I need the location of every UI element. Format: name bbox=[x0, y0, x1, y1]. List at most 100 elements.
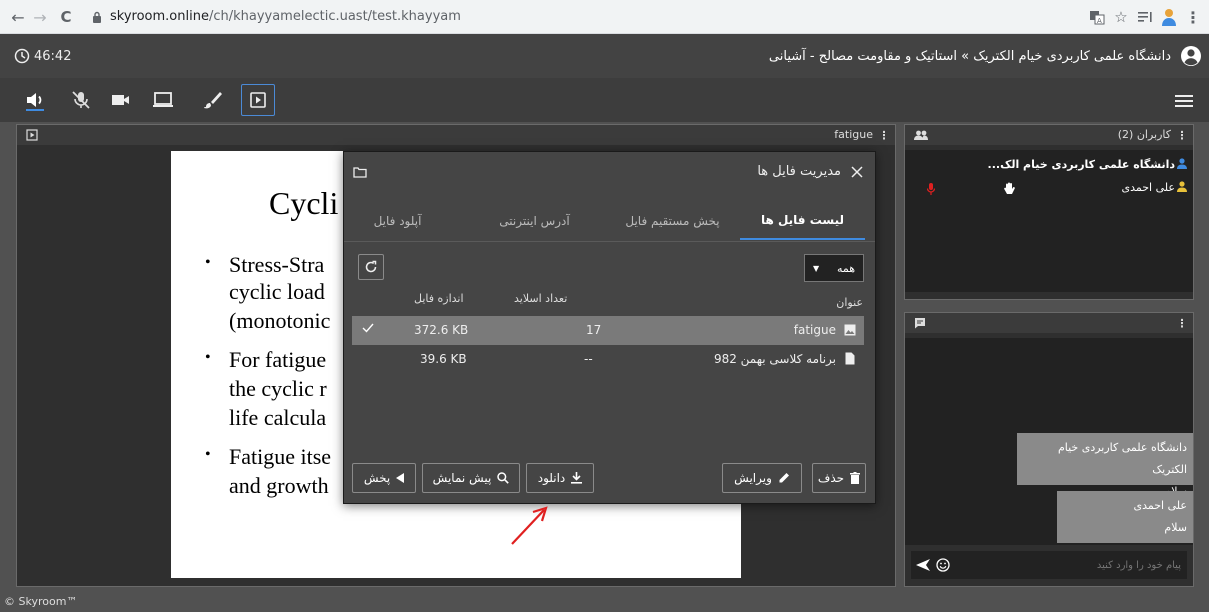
send-icon[interactable] bbox=[915, 557, 931, 573]
file-size: 372.6 KB bbox=[414, 323, 469, 337]
document-file-icon bbox=[845, 352, 855, 365]
file-row[interactable]: 372.6 KB 17 fatigue bbox=[352, 316, 864, 345]
forward-button[interactable]: → bbox=[30, 7, 50, 27]
emoji-icon[interactable] bbox=[935, 557, 951, 573]
toolbar bbox=[0, 78, 1209, 122]
bookmark-star-icon[interactable]: ☆ bbox=[1112, 8, 1130, 26]
presentation-panel-header: fatigue ⋮ bbox=[17, 125, 895, 145]
slide-text-line: cyclic load bbox=[229, 279, 325, 304]
slide-text-line: • For fatigue bbox=[205, 347, 327, 372]
chevron-down-icon: ▼ bbox=[813, 263, 820, 273]
reading-list-icon[interactable] bbox=[1136, 8, 1154, 26]
tab-internet-address[interactable]: آدرس اینترنتی bbox=[472, 202, 597, 240]
tab-direct-play[interactable]: پخش مستقیم فایل bbox=[610, 202, 735, 240]
user-icon bbox=[1177, 181, 1187, 192]
image-file-icon bbox=[844, 324, 856, 336]
panel-menu-icon[interactable]: ⋮ bbox=[879, 127, 890, 143]
filter-value: همه bbox=[836, 261, 855, 275]
panel-menu-icon[interactable]: ⋮ bbox=[1177, 127, 1188, 143]
chat-message: علی احمدی سلام bbox=[1057, 491, 1193, 543]
user-name: علی احمدی bbox=[1121, 181, 1175, 194]
camera-icon[interactable] bbox=[104, 84, 138, 116]
check-icon bbox=[362, 323, 374, 333]
users-panel-title: کاربران (2) bbox=[1117, 128, 1171, 141]
chat-panel-header: ⋮ bbox=[905, 313, 1193, 333]
annotation-arrow bbox=[506, 502, 552, 548]
chat-panel: ⋮ دانشگاه علمی کاربردی خیام الکتریک سلام… bbox=[904, 312, 1194, 587]
file-size: 39.6 KB bbox=[420, 352, 467, 366]
tab-file-list[interactable]: لیست فایل ها bbox=[740, 202, 865, 240]
chat-messages: دانشگاه علمی کاربردی خیام الکتریک سلام ع… bbox=[905, 338, 1193, 545]
edit-button[interactable]: ویرایش bbox=[722, 463, 802, 493]
clock-icon bbox=[14, 48, 30, 64]
message-text: سلام bbox=[1164, 521, 1187, 534]
download-button[interactable]: دانلود bbox=[526, 463, 594, 493]
dialog-title: مدیریت فایل ها bbox=[757, 164, 841, 179]
browser-bar: ← → C skyroom.online/ch/khayyamelectic.u… bbox=[0, 0, 1209, 34]
column-file-size: اندازه فایل bbox=[414, 292, 464, 305]
users-panel: کاربران (2) ⋮ دانشگاه علمی کاربردی خیام … bbox=[904, 124, 1194, 300]
raised-hand-icon[interactable] bbox=[1003, 182, 1015, 195]
copyright-text: © Skyroom™ bbox=[4, 595, 78, 608]
reload-button[interactable]: C bbox=[56, 7, 76, 27]
session-timer: 46:42 bbox=[14, 34, 71, 78]
brush-icon[interactable] bbox=[196, 84, 230, 116]
message-sender: دانشگاه علمی کاربردی خیام الکتریک bbox=[1057, 441, 1187, 476]
column-slide-count: تعداد اسلاید bbox=[514, 292, 568, 305]
address-bar[interactable]: skyroom.online/ch/khayyamelectic.uast/te… bbox=[92, 2, 1144, 31]
svg-text:A: A bbox=[1097, 17, 1102, 25]
bullet-icon: • bbox=[205, 446, 211, 463]
pencil-icon bbox=[778, 472, 790, 484]
tab-upload-file[interactable]: آپلود فایل bbox=[350, 202, 445, 240]
folder-icon bbox=[352, 164, 368, 180]
user-name: دانشگاه علمی کاربردی خیام الک... bbox=[987, 158, 1175, 171]
translate-icon[interactable]: A bbox=[1088, 8, 1106, 26]
profile-avatar-icon[interactable] bbox=[1158, 6, 1180, 28]
chat-icon bbox=[913, 316, 927, 330]
mic-off-icon[interactable] bbox=[64, 84, 98, 116]
timer-value: 46:42 bbox=[34, 48, 72, 64]
trash-icon bbox=[850, 472, 861, 484]
file-title: fatigue bbox=[793, 323, 836, 337]
play-icon bbox=[396, 473, 405, 483]
presentation-file-label: fatigue bbox=[834, 128, 873, 141]
refresh-icon bbox=[365, 260, 377, 273]
url-path: /ch/khayyamelectic.uast/test.khayyam bbox=[208, 9, 461, 24]
close-icon[interactable] bbox=[849, 164, 865, 180]
speaker-icon[interactable] bbox=[18, 84, 52, 116]
presentation-small-icon bbox=[25, 128, 39, 142]
slide-text-line: (monotonic bbox=[229, 308, 331, 333]
slide-text-line: • Fatigue itse bbox=[205, 444, 332, 469]
user-account-icon[interactable] bbox=[1179, 44, 1203, 68]
app-header: 46:42 دانشگاه علمی کاربردی خیام الکتریک … bbox=[0, 34, 1209, 78]
delete-button[interactable]: حذف bbox=[812, 463, 866, 493]
slide-text-line: • Stress-Stra bbox=[205, 252, 325, 277]
chat-input[interactable] bbox=[957, 551, 1185, 579]
browser-menu-icon[interactable]: ⋮ bbox=[1185, 8, 1201, 27]
back-button[interactable]: ← bbox=[8, 7, 28, 27]
slide-count: 17 bbox=[586, 323, 602, 337]
refresh-button[interactable] bbox=[358, 254, 384, 280]
mic-muted-icon[interactable] bbox=[927, 183, 935, 195]
filter-select[interactable]: همه ▼ bbox=[804, 254, 864, 282]
chat-message: دانشگاه علمی کاربردی خیام الکتریک سلام bbox=[1017, 433, 1193, 498]
column-title: عنوان bbox=[836, 296, 863, 309]
slide-text-line: the cyclic r bbox=[229, 376, 327, 401]
users-panel-header: کاربران (2) ⋮ bbox=[905, 125, 1193, 145]
preview-button[interactable]: پیش نمایش bbox=[422, 463, 520, 493]
room-title: دانشگاه علمی کاربردی خیام الکتریک » استا… bbox=[768, 48, 1171, 64]
users-list: دانشگاه علمی کاربردی خیام الک... علی احم… bbox=[905, 150, 1193, 292]
bullet-icon: • bbox=[205, 349, 211, 366]
hamburger-icon[interactable] bbox=[1172, 90, 1196, 112]
tab-divider bbox=[344, 241, 875, 242]
play-button[interactable]: پخش bbox=[352, 463, 416, 493]
message-sender: علی احمدی bbox=[1133, 499, 1187, 512]
screen-share-icon[interactable] bbox=[146, 84, 180, 116]
presentation-icon[interactable] bbox=[241, 84, 275, 116]
url-host: skyroom.online bbox=[110, 9, 209, 24]
footer: © Skyroom™ bbox=[0, 592, 1209, 612]
panel-menu-icon[interactable]: ⋮ bbox=[1177, 315, 1188, 331]
file-row[interactable]: 39.6 KB -- برنامه کلاسی بهمن 982 bbox=[352, 345, 864, 374]
file-title: برنامه کلاسی بهمن 982 bbox=[713, 352, 836, 366]
file-manager-dialog: مدیریت فایل ها لیست فایل ها پخش مستقیم ف… bbox=[343, 151, 876, 504]
